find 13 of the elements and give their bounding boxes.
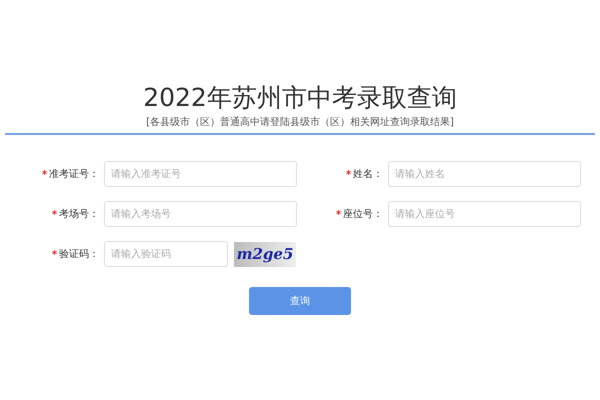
field-label: 验证码： — [59, 248, 99, 261]
field-label: 准考证号： — [49, 168, 99, 181]
input-field[interactable]: 请输入考场号 — [104, 201, 297, 227]
page-title: 2022年苏州市中考录取查询 — [143, 82, 457, 114]
field-label: 座位号： — [343, 208, 383, 221]
captcha-field[interactable]: 请输入验证码 — [104, 241, 228, 267]
captcha-image[interactable]: m2ge5 — [234, 242, 296, 266]
input-field[interactable]: 请输入准考证号 — [104, 161, 297, 187]
field-label: 考场号： — [59, 208, 99, 221]
input-field[interactable]: 请输入姓名 — [388, 161, 581, 187]
subtitle: [各县级市（区）普通高中请登陆县级市（区）相关网址查询录取结果] — [146, 116, 454, 129]
field-label: 姓名： — [353, 168, 383, 181]
input-field[interactable]: 请输入座位号 — [388, 201, 581, 227]
